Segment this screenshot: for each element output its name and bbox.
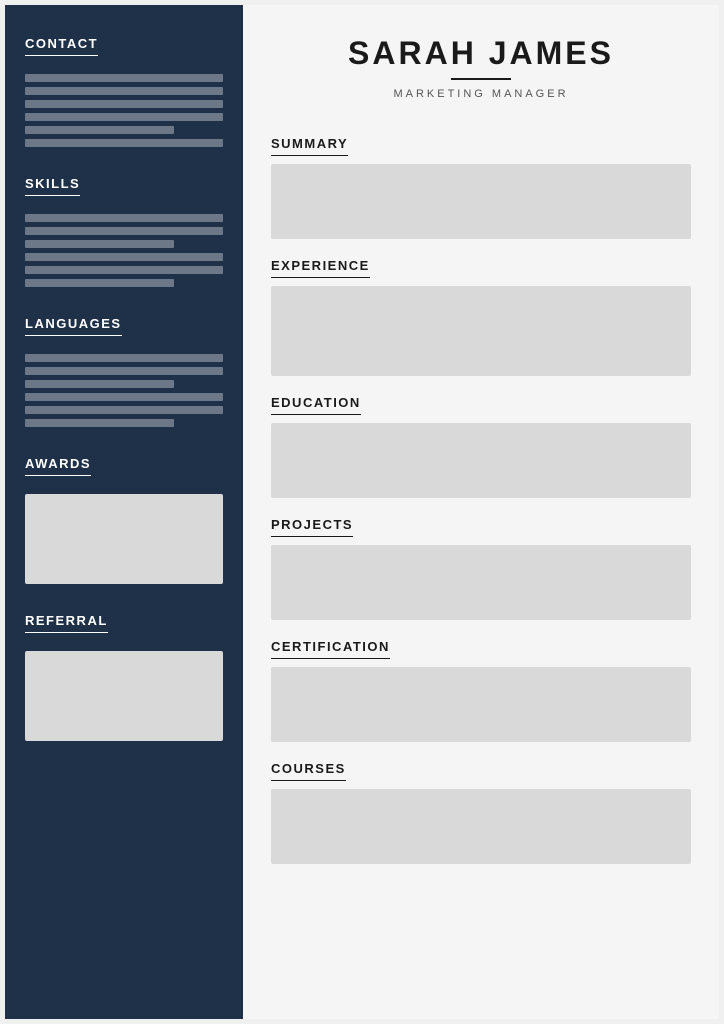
projects-content (271, 545, 691, 620)
education-content (271, 423, 691, 498)
languages-title: LANGUAGES (25, 316, 122, 336)
contact-title: CONTACT (25, 36, 98, 56)
main-section-summary: SUMMARY (271, 135, 691, 239)
referral-box (25, 651, 223, 741)
languages-line-5 (25, 406, 223, 414)
contact-lines (25, 74, 223, 147)
contact-line-6 (25, 139, 223, 147)
contact-line-2 (25, 87, 223, 95)
main-section-experience: EXPERIENCE (271, 257, 691, 376)
experience-title: EXPERIENCE (271, 258, 370, 278)
skills-line-3 (25, 240, 174, 248)
awards-title: AWARDS (25, 456, 91, 476)
contact-line-4 (25, 113, 223, 121)
courses-title: COURSES (271, 761, 346, 781)
resume-container: CONTACT SKILLS LANGU (5, 5, 719, 1019)
skills-line-6 (25, 279, 174, 287)
sidebar-section-awards: AWARDS (25, 455, 223, 584)
referral-title: REFERRAL (25, 613, 108, 633)
header-name: SARAH JAMES (273, 35, 689, 72)
experience-content (271, 286, 691, 376)
languages-line-4 (25, 393, 223, 401)
main-section-courses: COURSES (271, 760, 691, 864)
awards-box (25, 494, 223, 584)
contact-line-5 (25, 126, 174, 134)
main-section-certification: CERTIFICATION (271, 638, 691, 742)
skills-lines (25, 214, 223, 287)
languages-line-6 (25, 419, 174, 427)
header-divider (451, 78, 511, 80)
summary-content (271, 164, 691, 239)
certification-title: CERTIFICATION (271, 639, 390, 659)
summary-title: SUMMARY (271, 136, 348, 156)
header-section: SARAH JAMES MARKETING MANAGER (243, 5, 719, 120)
languages-line-3 (25, 380, 174, 388)
contact-line-1 (25, 74, 223, 82)
skills-title: SKILLS (25, 176, 80, 196)
education-title: EDUCATION (271, 395, 361, 415)
sidebar: CONTACT SKILLS LANGU (5, 5, 243, 1019)
sidebar-section-referral: REFERRAL (25, 612, 223, 741)
sidebar-section-skills: SKILLS (25, 175, 223, 287)
main-content: SARAH JAMES MARKETING MANAGER SUMMARY EX… (243, 5, 719, 1019)
header-title: MARKETING MANAGER (273, 88, 689, 100)
languages-lines (25, 354, 223, 427)
skills-line-4 (25, 253, 223, 261)
skills-line-2 (25, 227, 223, 235)
courses-content (271, 789, 691, 864)
sections-area: SUMMARY EXPERIENCE EDUCATION PROJECTS CE… (243, 120, 719, 902)
certification-content (271, 667, 691, 742)
languages-line-1 (25, 354, 223, 362)
main-section-projects: PROJECTS (271, 516, 691, 620)
main-section-education: EDUCATION (271, 394, 691, 498)
skills-line-1 (25, 214, 223, 222)
sidebar-section-contact: CONTACT (25, 35, 223, 147)
contact-line-3 (25, 100, 223, 108)
sidebar-section-languages: LANGUAGES (25, 315, 223, 427)
skills-line-5 (25, 266, 223, 274)
projects-title: PROJECTS (271, 517, 353, 537)
languages-line-2 (25, 367, 223, 375)
